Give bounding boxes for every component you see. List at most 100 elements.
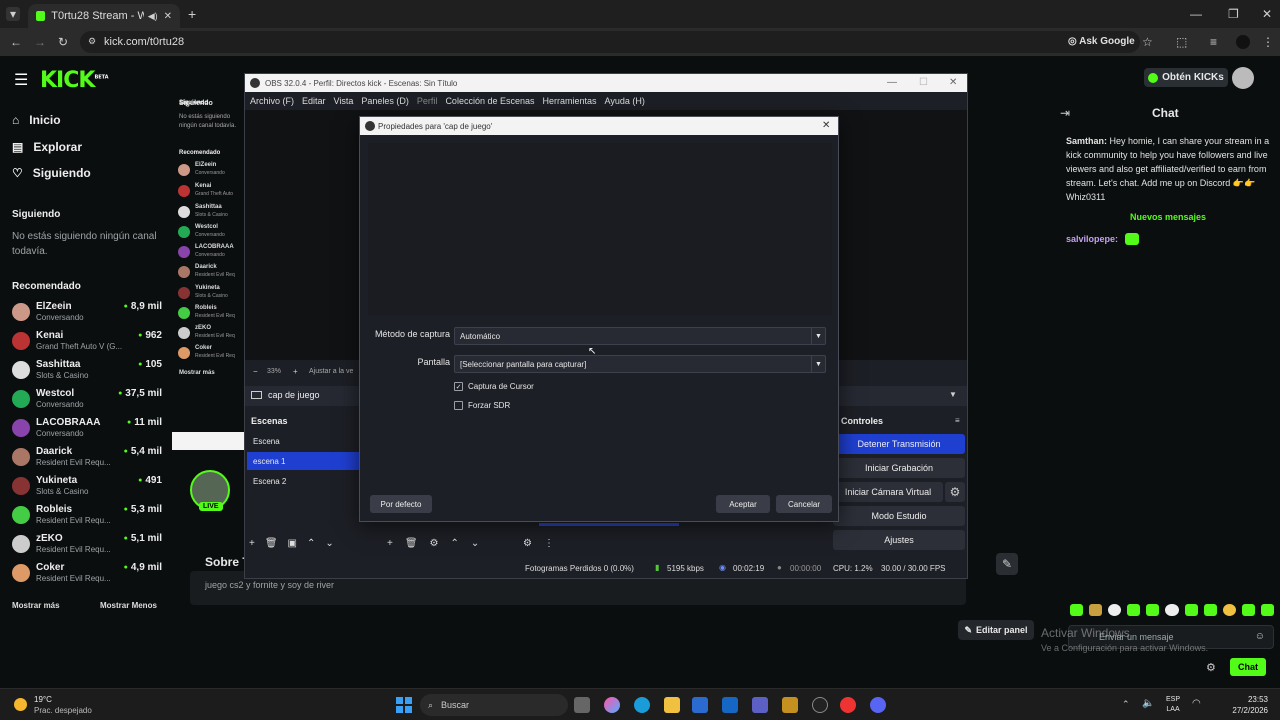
menu-vista[interactable]: Vista [334, 96, 354, 106]
tab-menu-icon[interactable]: ▾ [6, 7, 20, 21]
emote-icon[interactable] [1089, 604, 1103, 616]
address-bar[interactable]: ⚙ kick.com/t0rtu28 [80, 31, 1140, 53]
emote-icon[interactable] [1165, 604, 1179, 616]
emote-icon[interactable] [1222, 604, 1236, 616]
defaults-button[interactable]: Por defecto [370, 495, 432, 513]
winrar-icon[interactable] [782, 697, 798, 713]
kick-logo[interactable]: KICKBETA [40, 68, 109, 93]
start-recording-button[interactable]: Iniciar Grabación [833, 458, 965, 478]
delete-scene-icon[interactable]: 🗑 [265, 538, 278, 549]
nav-siguiendo[interactable]: ♡ Siguiendo [12, 166, 91, 180]
chat-username[interactable]: Samthan [1066, 136, 1104, 146]
add-source-icon[interactable]: + [387, 538, 393, 549]
source-name[interactable]: cap de juego [251, 390, 320, 400]
chat-settings-icon[interactable]: ⚙ [1206, 661, 1216, 674]
user-avatar[interactable] [1232, 67, 1254, 89]
source-dropdown-icon[interactable]: ▼ [949, 390, 957, 399]
file-explorer-icon[interactable] [664, 697, 680, 713]
list-item[interactable]: SashittaaSlots & Casino 105 [12, 359, 162, 383]
nav-inicio[interactable]: ⌂ Inicio [12, 113, 61, 127]
list-item[interactable]: KenaiGrand Theft Auto V (G... 962 [12, 330, 162, 354]
hamburger-menu-icon[interactable]: ☰ [14, 70, 28, 90]
controls-menu-icon[interactable]: ≡ [955, 416, 960, 425]
ok-button[interactable]: Aceptar [716, 495, 770, 513]
screen-select[interactable]: [Seleccionar pantalla para capturar] ▼ [454, 355, 826, 373]
discord-icon[interactable] [870, 697, 886, 713]
edge-icon[interactable] [634, 697, 650, 713]
studio-mode-button[interactable]: Modo Estudio [833, 506, 965, 526]
list-item[interactable]: RobleisResident Evil Requ... 5,3 mil [12, 504, 162, 528]
chrome-icon[interactable] [840, 697, 856, 713]
minimize-icon[interactable]: — [1190, 7, 1202, 21]
emote-icon[interactable] [1241, 604, 1255, 616]
zoom-plus-icon[interactable]: + [293, 367, 298, 376]
cancel-button[interactable]: Cancelar [776, 495, 832, 513]
tray-chevron-icon[interactable]: ⌃ [1122, 699, 1130, 710]
obs-taskbar-icon[interactable] [812, 697, 828, 713]
emote-icon[interactable] [1184, 604, 1198, 616]
menu-perfil[interactable]: Perfil [417, 96, 438, 106]
filter-icon[interactable]: ▣ [288, 538, 297, 549]
move-up-icon[interactable]: ⌃ [451, 538, 459, 549]
list-item[interactable]: ElZeeinConversando 8,9 mil [12, 301, 162, 325]
emote-icon[interactable] [1127, 604, 1141, 616]
close-tab-icon[interactable]: ✕ [164, 11, 172, 22]
reload-icon[interactable]: ↻ [58, 35, 68, 49]
copilot-icon[interactable] [604, 697, 620, 713]
obtain-kicks-button[interactable]: Obtén KICKs [1144, 68, 1228, 87]
add-scene-icon[interactable]: + [249, 538, 255, 549]
weather-widget[interactable]: 19°C Prac. despejado [12, 695, 102, 717]
emoji-icon[interactable]: ☺ [1255, 631, 1265, 642]
list-item[interactable]: WestcolConversando 37,5 mil [12, 388, 162, 412]
menu-ayuda[interactable]: Ayuda (H) [605, 96, 645, 106]
taskbar-search[interactable]: ⌕ Buscar [420, 694, 568, 716]
mixer-menu-icon[interactable]: ⋮ [544, 538, 554, 549]
emote-icon[interactable] [1146, 604, 1160, 616]
extensions-icon[interactable]: ⬚ [1176, 35, 1187, 49]
profile-avatar[interactable] [1236, 35, 1250, 49]
chat-username[interactable]: salvilopepe: [1066, 234, 1118, 244]
media-icon[interactable]: ≡ [1210, 35, 1217, 49]
scene-item[interactable]: Escena [247, 432, 359, 450]
edit-panel-button[interactable]: ✎ Editar panel [958, 620, 1034, 640]
cursor-capture-checkbox[interactable]: ✓ Captura de Cursor [454, 382, 534, 391]
start-windows-icon[interactable] [396, 697, 412, 713]
menu-herramientas[interactable]: Herramientas [543, 96, 597, 106]
emote-icon[interactable] [1108, 604, 1122, 616]
restore-icon[interactable]: ❐ [1228, 7, 1239, 21]
delete-source-icon[interactable]: 🗑 [405, 538, 418, 549]
emote-icon[interactable] [1260, 604, 1275, 616]
show-less-link[interactable]: Mostrar Menos [100, 601, 157, 610]
stop-stream-button[interactable]: Detener Transmisión [833, 434, 965, 454]
clock[interactable]: 23:53 27/2/2026 [1222, 694, 1268, 716]
source-settings-icon[interactable]: ⚙ [430, 538, 439, 549]
virtual-camera-settings-icon[interactable]: ⚙ [945, 482, 965, 502]
emote-icon[interactable] [1070, 604, 1084, 616]
list-item[interactable]: LACOBRAAAConversando 11 mil [12, 417, 162, 441]
dialog-close-icon[interactable]: ✕ [822, 120, 830, 131]
zoom-minus-icon[interactable]: − [253, 367, 258, 376]
edit-pencil-icon[interactable]: ✎ [996, 553, 1018, 575]
new-tab-button[interactable]: + [188, 6, 196, 22]
settings-button[interactable]: Ajustes [833, 530, 965, 550]
site-info-icon[interactable]: ⚙ [88, 36, 96, 47]
speaker-tray-icon[interactable]: 🔈 [1142, 698, 1154, 709]
teams-icon[interactable] [752, 697, 768, 713]
forward-icon[interactable]: → [34, 35, 46, 49]
list-item[interactable]: zEKOResident Evil Requ... 5,1 mil [12, 533, 162, 557]
menu-editar[interactable]: Editar [302, 96, 326, 106]
task-view-icon[interactable] [574, 697, 590, 713]
ask-google-button[interactable]: ◎ Ask Google [1068, 36, 1135, 47]
bookmark-star-icon[interactable]: ☆ [1142, 35, 1153, 49]
store-icon[interactable] [692, 697, 708, 713]
move-down-icon[interactable]: ⌄ [471, 538, 479, 549]
language-indicator[interactable]: ESP LAA [1166, 695, 1180, 715]
scene-item-selected[interactable]: escena 1 [247, 452, 359, 470]
outlook-icon[interactable] [722, 697, 738, 713]
nav-explorar[interactable]: ▤ Explorar [12, 140, 82, 154]
browser-menu-icon[interactable]: ⋮ [1262, 35, 1274, 49]
close-window-icon[interactable]: ✕ [1262, 7, 1272, 21]
show-more-link[interactable]: Mostrar más [12, 601, 60, 610]
collapse-chat-icon[interactable]: ⇥ [1060, 106, 1070, 120]
capture-method-select[interactable]: Automático ▼ [454, 327, 826, 345]
